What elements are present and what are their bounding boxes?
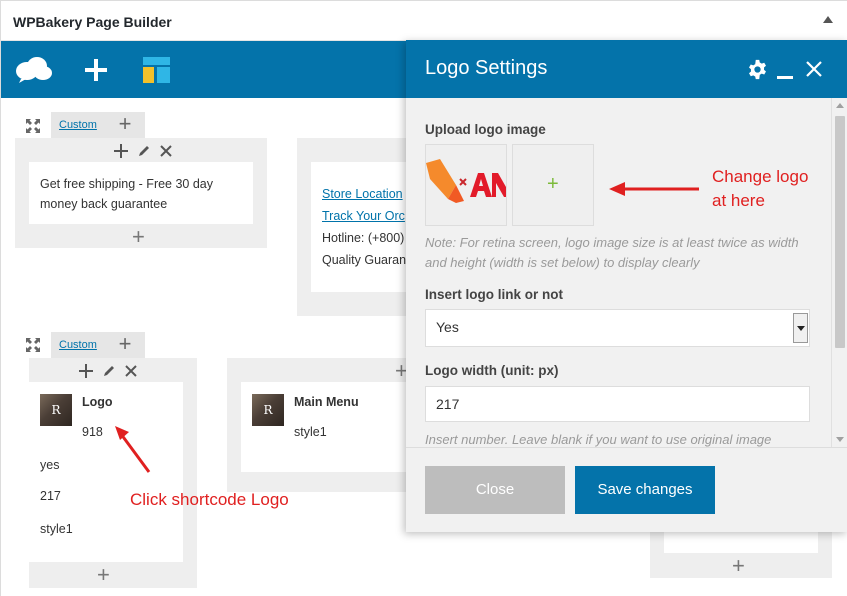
- logo-width-input[interactable]: 217: [425, 386, 810, 422]
- logo-width-label: Logo width (unit: px): [425, 363, 559, 378]
- annotation-change-logo: Change logo at here: [712, 167, 809, 210]
- delete-x-icon[interactable]: [125, 365, 137, 377]
- modal-body: Upload logo image + Note: For retina scr…: [406, 98, 847, 447]
- uploaded-logo-thumbnail[interactable]: [425, 144, 507, 226]
- cloud-icon[interactable]: [15, 55, 53, 83]
- menu-element-thumbnail: R: [252, 394, 284, 426]
- collapse-caret-icon[interactable]: [823, 16, 833, 23]
- element-value: style1: [294, 425, 327, 439]
- text-block-card[interactable]: Get free shipping - Free 30 day money ba…: [29, 162, 253, 224]
- element-title: Logo: [82, 395, 113, 409]
- element-param-style: style1: [40, 522, 73, 536]
- text-block-content: Get free shipping - Free 30 day money ba…: [40, 177, 214, 211]
- annotation-click-shortcode: Click shortcode Logo: [130, 490, 289, 509]
- column-controls: [79, 360, 137, 381]
- upload-logo-label: Upload logo image: [425, 122, 546, 137]
- add-element-icon[interactable]: [85, 59, 107, 81]
- add-icon[interactable]: [114, 144, 128, 159]
- logo-link-selected-value: Yes: [436, 319, 459, 335]
- modal-footer: Close Save changes: [406, 447, 847, 532]
- column-add-button[interactable]: +: [732, 553, 745, 579]
- logo-link-label: Insert logo link or not: [425, 287, 563, 302]
- element-title: Main Menu: [294, 395, 359, 409]
- annotation-arrow-change-logo: [609, 182, 699, 196]
- scroll-up-icon[interactable]: [836, 103, 844, 108]
- width-note: Insert number. Leave blank if you want t…: [425, 432, 772, 447]
- main-menu-card[interactable]: R Main Menu style1: [241, 382, 413, 472]
- chevron-down-icon: [797, 326, 805, 331]
- element-param-yes: yes: [40, 458, 60, 472]
- element-param-width: 217: [40, 489, 61, 503]
- row1-column-1: Get free shipping - Free 30 day money ba…: [15, 138, 267, 250]
- modal-scrollbar[interactable]: [831, 98, 847, 447]
- logo-shortcode-card[interactable]: R Logo 918 yes 217 style1: [29, 382, 183, 562]
- annotation-arrow-logo: [115, 426, 151, 473]
- panel-titlebar: WPBakery Page Builder: [1, 1, 847, 41]
- add-icon[interactable]: [79, 364, 93, 379]
- minimize-icon[interactable]: [777, 76, 793, 79]
- close-icon[interactable]: [806, 61, 822, 77]
- modal-title: Logo Settings: [425, 57, 548, 79]
- element-value: 918: [82, 425, 103, 439]
- edit-pencil-icon[interactable]: [102, 364, 116, 378]
- panel-title: WPBakery Page Builder: [13, 14, 172, 30]
- row-add-tab-button[interactable]: +: [105, 332, 145, 358]
- add-logo-image-button[interactable]: +: [512, 144, 594, 226]
- row2-column-2: + R Main Menu style1: [227, 358, 413, 492]
- select-dropdown-arrow[interactable]: [793, 313, 808, 343]
- delete-x-icon[interactable]: [160, 145, 172, 157]
- row-tab-custom[interactable]: Custom: [51, 332, 105, 358]
- column-controls: [114, 140, 172, 161]
- close-button[interactable]: Close: [425, 466, 565, 514]
- templates-icon[interactable]: [143, 57, 170, 83]
- upload-note: Note: For retina screen, logo image size…: [425, 235, 799, 270]
- add-image-plus: +: [547, 173, 559, 195]
- row-expand-icon[interactable]: [26, 119, 40, 133]
- gear-icon[interactable]: [747, 59, 768, 80]
- column-add-button[interactable]: +: [132, 224, 145, 250]
- logo-link-select[interactable]: Yes: [425, 309, 810, 347]
- row-tab-custom[interactable]: Custom: [51, 112, 105, 138]
- logo-settings-modal: Logo Settings Upload logo image + Note: …: [406, 40, 847, 532]
- modal-header: Logo Settings: [406, 40, 847, 98]
- page-builder-panel: WPBakery Page Builder Custom + Get free …: [0, 0, 847, 596]
- scroll-down-icon[interactable]: [836, 437, 844, 442]
- row-add-tab-button[interactable]: +: [105, 112, 145, 138]
- scrollbar-thumb[interactable]: [835, 116, 845, 348]
- edit-pencil-icon[interactable]: [137, 144, 151, 158]
- column-add-button[interactable]: +: [97, 562, 110, 588]
- row-expand-icon[interactable]: [26, 338, 40, 352]
- logo-preview-image: [426, 159, 506, 203]
- save-changes-button[interactable]: Save changes: [575, 466, 715, 514]
- logo-element-thumbnail: R: [40, 394, 72, 426]
